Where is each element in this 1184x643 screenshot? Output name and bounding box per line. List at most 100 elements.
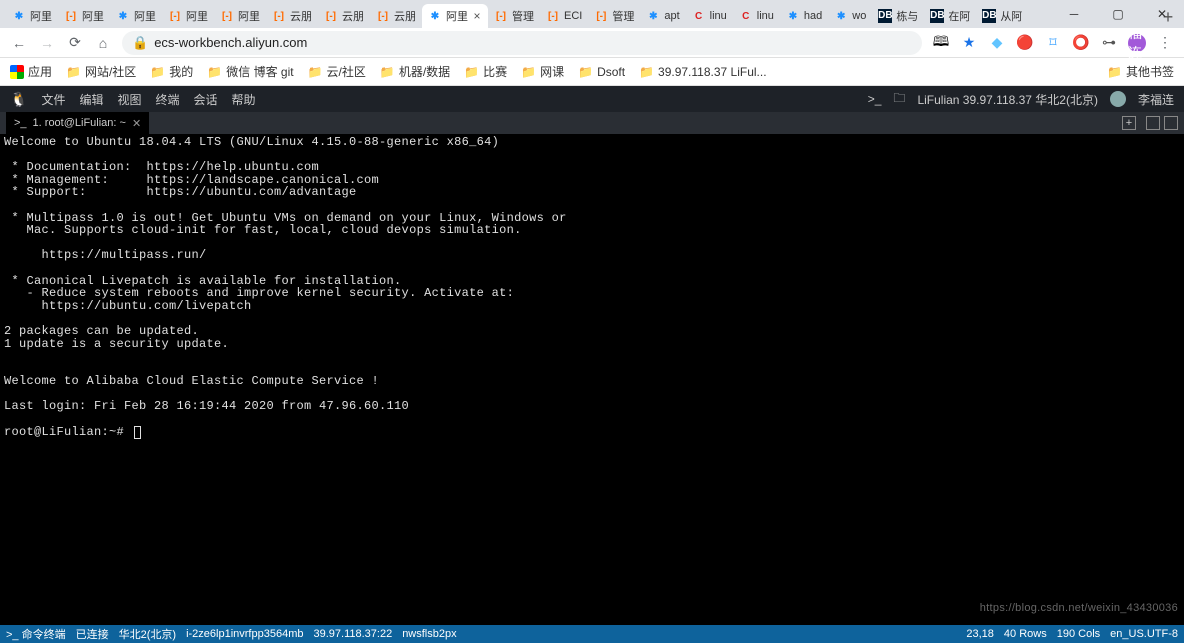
back-button[interactable]: ← (10, 34, 28, 52)
terminal-tab-icon: >_ (14, 117, 27, 129)
browser-tab[interactable]: [-]云朋 (318, 4, 370, 28)
tab-label: 阿里 (238, 8, 260, 24)
translate-icon[interactable]: 🕮 (932, 34, 950, 52)
folder-icon: 📁 (150, 65, 165, 79)
browser-tab[interactable]: DB在阿 (924, 4, 976, 28)
browser-tab[interactable]: Clinu (733, 4, 780, 28)
close-tab-icon[interactable]: × (472, 9, 482, 23)
favicon: DB (930, 9, 944, 23)
url-field[interactable]: 🔒 ecs-workbench.aliyun.com (122, 31, 922, 55)
bookmark-item[interactable]: 📁网站/社区 (66, 63, 136, 80)
apps-shortcut[interactable]: 应用 (10, 63, 52, 80)
address-bar: ← → ⟳ ⌂ 🔒 ecs-workbench.aliyun.com 🕮 ★ ◆… (0, 28, 1184, 58)
terminal-prompt-icon[interactable]: >_ (868, 92, 882, 106)
forward-button[interactable]: → (38, 34, 56, 52)
browser-tab-strip: ✱阿里[-]阿里✱阿里[-]阿里[-]阿里[-]云朋[-]云朋[-]云朋✱阿里×… (0, 0, 1184, 28)
ext-icon-1[interactable]: ◆ (988, 34, 1006, 52)
browser-tab[interactable]: [-]ECI (540, 4, 588, 28)
layout-icons[interactable] (1146, 116, 1178, 130)
browser-tab[interactable]: ✱had (780, 4, 828, 28)
other-bookmarks[interactable]: 📁其他书签 (1107, 63, 1174, 80)
reload-button[interactable]: ⟳ (66, 34, 84, 52)
menu-item[interactable]: 会话 (194, 91, 218, 108)
close-terminal-tab[interactable]: ✕ (132, 117, 141, 130)
user-name: 李福连 (1138, 91, 1174, 108)
favicon: C (739, 9, 753, 23)
home-button[interactable]: ⌂ (94, 34, 112, 52)
status-item[interactable]: >_ 命令终端 (6, 626, 66, 642)
folder-icon: 📁 (308, 65, 323, 79)
terminal-text: Welcome to Ubuntu 18.04.4 LTS (GNU/Linux… (4, 135, 567, 413)
favicon: [-] (272, 9, 286, 23)
bookmark-item[interactable]: 📁39.97.118.37 LiFul... (639, 63, 766, 80)
status-item[interactable]: 190 Cols (1057, 628, 1100, 640)
browser-menu-icon[interactable]: ⋮ (1156, 34, 1174, 52)
menu-item[interactable]: 帮助 (232, 91, 256, 108)
profile-avatar[interactable]: 福连 (1128, 34, 1146, 52)
favicon: [-] (494, 9, 508, 23)
browser-tab[interactable]: [-] 阿里 (58, 4, 110, 28)
bookmark-item[interactable]: 📁Dsoft (578, 63, 625, 80)
bookmark-item[interactable]: 📁比赛 (464, 63, 507, 80)
browser-tab[interactable]: ✱apt (640, 4, 685, 28)
browser-tab[interactable]: [-]云朋 (266, 4, 318, 28)
browser-tab[interactable]: [-] 云朋 (370, 4, 422, 28)
tab-label: 阿里 (30, 8, 52, 24)
browser-tab[interactable]: DB从阿 (976, 4, 1028, 28)
browser-tab[interactable]: ✱ 阿里 (6, 4, 58, 28)
maximize-button[interactable]: ▢ (1096, 0, 1140, 28)
bookmark-item[interactable]: 📁微信 博客 git (207, 63, 293, 80)
status-item[interactable]: 40 Rows (1004, 628, 1047, 640)
browser-tab[interactable]: [-]阿里 (162, 4, 214, 28)
status-item[interactable]: i-2ze6lp1invrfpp3564mb (186, 628, 303, 640)
terminal-output[interactable]: Welcome to Ubuntu 18.04.4 LTS (GNU/Linux… (0, 134, 1184, 625)
tab-label: 栋与 (896, 8, 918, 24)
browser-tab[interactable]: ✱阿里× (422, 4, 488, 28)
terminal-prompt: root@LiFulian:~# (4, 425, 132, 439)
key-icon[interactable]: ⊶ (1100, 34, 1118, 52)
folder-icon: 📁 (521, 65, 536, 79)
browser-tab[interactable]: ✱阿里 (110, 4, 162, 28)
add-panel-icon[interactable]: + (1122, 116, 1136, 130)
favicon: ✱ (12, 9, 26, 23)
folder-toolbar-icon[interactable]: 🗀 (893, 89, 905, 110)
browser-tab[interactable]: [-]管理 (588, 4, 640, 28)
bookmark-item[interactable]: 📁云/社区 (308, 63, 366, 80)
favicon: [-] (376, 9, 390, 23)
favicon: DB (878, 9, 892, 23)
terminal-cursor (134, 426, 141, 439)
menu-item[interactable]: 文件 (41, 91, 65, 108)
menu-item[interactable]: 终端 (155, 91, 179, 108)
status-item[interactable]: 39.97.118.37:22 (313, 628, 392, 640)
ext-icon-3[interactable]: ⌑ (1044, 34, 1062, 52)
browser-tab[interactable]: [-]阿里 (214, 4, 266, 28)
browser-tab[interactable]: Clinu (686, 4, 733, 28)
status-item[interactable]: 23,18 (966, 628, 994, 640)
user-avatar-icon[interactable] (1110, 91, 1126, 107)
folder-icon: 📁 (464, 65, 479, 79)
bookmark-item[interactable]: 📁网课 (521, 63, 564, 80)
browser-tab[interactable]: ✱wo (828, 4, 872, 28)
bookmark-item[interactable]: 📁机器/数据 (380, 63, 450, 80)
bookmark-item[interactable]: 📁我的 (150, 63, 193, 80)
close-window-button[interactable]: ✕ (1140, 0, 1184, 28)
menu-item[interactable]: 编辑 (79, 91, 103, 108)
ext-icon-2[interactable]: 🔴 (1016, 34, 1034, 52)
status-item[interactable]: en_US.UTF-8 (1110, 628, 1178, 640)
browser-tab[interactable]: DB 栋与 (872, 4, 924, 28)
minimize-button[interactable]: ─ (1052, 0, 1096, 28)
terminal-tab[interactable]: >_ 1. root@LiFulian: ~ ✕ (6, 112, 149, 134)
extension-icons: 🕮 ★ ◆ 🔴 ⌑ ⭕ ⊶ 福连 ⋮ (932, 34, 1174, 52)
tab-label: 云朋 (394, 8, 416, 24)
tab-label: 阿里 (82, 8, 104, 24)
browser-tab[interactable]: [-]管理 (488, 4, 540, 28)
status-item[interactable]: 已连接 (76, 626, 109, 642)
status-bar: >_ 命令终端已连接华北2(北京) i-2ze6lp1invrfpp3564mb 3… (0, 625, 1184, 643)
bookmark-star-icon[interactable]: ★ (960, 34, 978, 52)
status-item[interactable]: 华北2(北京) (119, 626, 176, 642)
ext-icon-4[interactable]: ⭕ (1072, 34, 1090, 52)
menu-item[interactable]: 视图 (117, 91, 141, 108)
favicon: [-] (64, 9, 78, 23)
tab-label: apt (664, 10, 679, 22)
status-item[interactable]: nwsflsb2px (402, 628, 456, 640)
